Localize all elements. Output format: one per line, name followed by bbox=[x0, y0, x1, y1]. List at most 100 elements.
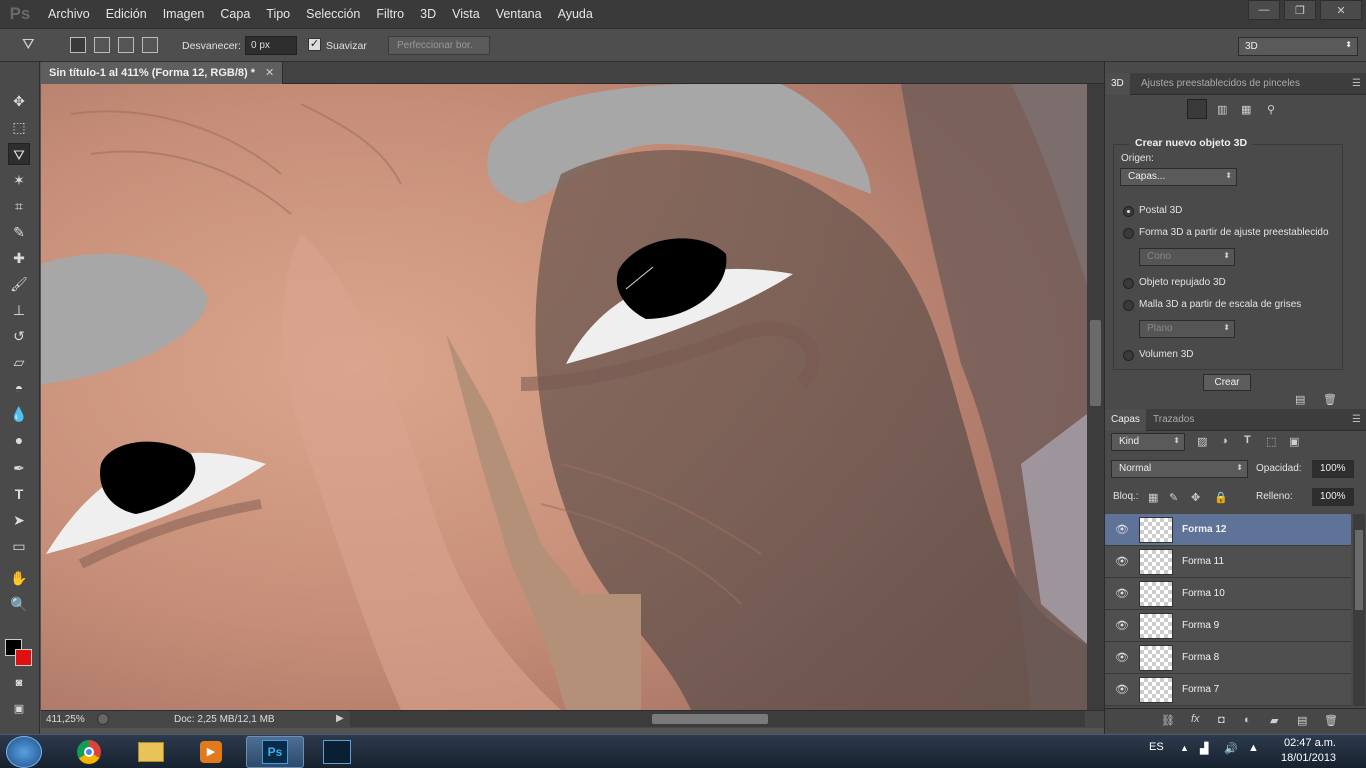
screen-mode-icon[interactable]: ▣ bbox=[8, 698, 30, 720]
filter-adjustment-icon[interactable]: ◑ bbox=[1221, 435, 1228, 447]
start-button[interactable] bbox=[6, 736, 42, 768]
eyedropper-tool-icon[interactable]: ✎ bbox=[8, 221, 30, 243]
menu-capa[interactable]: Capa bbox=[212, 7, 258, 21]
brush-tool-icon[interactable]: 🖌 bbox=[8, 273, 30, 295]
layers-scrollbar-thumb[interactable] bbox=[1355, 530, 1363, 610]
crop-tool-icon[interactable]: ⌗ bbox=[8, 195, 30, 217]
layers-panel-menu-icon[interactable]: ☰ bbox=[1352, 414, 1361, 425]
close-button[interactable]: ✕ bbox=[1320, 0, 1362, 20]
blend-mode-select[interactable]: Normal ⬍ bbox=[1111, 460, 1248, 478]
show-hidden-icons[interactable]: ▲ bbox=[1180, 743, 1189, 753]
media-player-taskbar-icon[interactable]: ▶ bbox=[182, 736, 240, 768]
lasso-tool-icon[interactable]: ⛛ bbox=[8, 143, 30, 165]
menu-ventana[interactable]: Ventana bbox=[488, 7, 550, 21]
pen-tool-icon[interactable]: ✒ bbox=[8, 457, 30, 479]
new-selection-icon[interactable] bbox=[70, 37, 86, 53]
move-tool-icon[interactable]: ✥ bbox=[8, 90, 30, 112]
add-mask-icon[interactable]: ◘ bbox=[1218, 714, 1225, 726]
filter-pixel-icon[interactable]: ▨ bbox=[1197, 435, 1207, 448]
feather-input[interactable]: 0 px bbox=[245, 36, 297, 55]
lock-position-icon[interactable]: ✥ bbox=[1191, 491, 1200, 504]
radio-postal-3d[interactable] bbox=[1123, 206, 1134, 217]
subtract-selection-icon[interactable] bbox=[118, 37, 134, 53]
layer-row[interactable]: 👁 Forma 8 bbox=[1105, 642, 1351, 674]
hand-tool-icon[interactable]: ✋ bbox=[8, 567, 30, 589]
tab-3d[interactable]: 3D bbox=[1105, 73, 1130, 95]
refine-edge-button[interactable]: Perfeccionar bor. bbox=[388, 36, 490, 55]
layer-filter-select[interactable]: Kind ⬍ bbox=[1111, 433, 1185, 451]
history-brush-tool-icon[interactable]: ↺ bbox=[8, 325, 30, 347]
new-3d-object-icon[interactable]: ▤ bbox=[1295, 393, 1305, 406]
clock-time[interactable]: 02:47 a.m. bbox=[1284, 737, 1336, 749]
radio-forma-3d[interactable] bbox=[1123, 228, 1134, 239]
layers-scrollbar[interactable] bbox=[1353, 514, 1365, 706]
explorer-taskbar-icon[interactable] bbox=[122, 736, 180, 768]
blur-tool-icon[interactable]: 💧 bbox=[8, 403, 30, 425]
lock-transparent-icon[interactable]: ▦ bbox=[1148, 491, 1158, 504]
delete-3d-icon[interactable]: 🗑 bbox=[1323, 393, 1337, 406]
polygonal-lasso-preset-icon[interactable]: ⛛ bbox=[22, 36, 35, 53]
3d-mesh-filter-icon[interactable]: ▥ bbox=[1217, 103, 1227, 116]
drive-sync-icon[interactable]: ▲ bbox=[1248, 742, 1259, 754]
visibility-eye-icon[interactable]: 👁 bbox=[1115, 523, 1129, 537]
horizontal-scrollbar-thumb[interactable] bbox=[652, 714, 768, 724]
delete-layer-icon[interactable]: 🗑 bbox=[1324, 714, 1338, 727]
vertical-scrollbar[interactable] bbox=[1087, 84, 1104, 710]
status-options-icon[interactable] bbox=[97, 713, 109, 725]
layer-style-icon[interactable]: fx bbox=[1191, 713, 1200, 725]
restore-button[interactable]: ❐ bbox=[1284, 0, 1316, 20]
menu-3d[interactable]: 3D bbox=[412, 7, 444, 21]
create-3d-button[interactable]: Crear bbox=[1203, 374, 1251, 391]
menu-imagen[interactable]: Imagen bbox=[155, 7, 213, 21]
close-tab-icon[interactable]: ✕ bbox=[265, 67, 274, 79]
clock-date[interactable]: 18/01/2013 bbox=[1281, 752, 1336, 764]
menu-vista[interactable]: Vista bbox=[444, 7, 488, 21]
photoshop-taskbar-icon[interactable]: Ps bbox=[246, 736, 304, 768]
menu-tipo[interactable]: Tipo bbox=[258, 7, 298, 21]
menu-ayuda[interactable]: Ayuda bbox=[550, 7, 601, 21]
volume-icon[interactable]: 🔊 bbox=[1224, 742, 1238, 755]
paint-bucket-tool-icon[interactable]: ◓ bbox=[8, 377, 30, 399]
zoom-level[interactable]: 411,25% bbox=[46, 714, 85, 725]
document-tab[interactable]: Sin título-1 al 411% (Forma 12, RGB/8) *… bbox=[41, 62, 284, 84]
path-selection-tool-icon[interactable]: ➤ bbox=[8, 509, 30, 531]
app-taskbar-icon[interactable] bbox=[308, 736, 366, 768]
adjustment-layer-icon[interactable]: ◐ bbox=[1244, 714, 1251, 726]
workspace-select[interactable]: 3D ⬍ bbox=[1238, 37, 1358, 56]
marquee-tool-icon[interactable]: ⬚ bbox=[8, 116, 30, 138]
layer-row[interactable]: 👁 Forma 7 bbox=[1105, 674, 1351, 706]
3d-material-filter-icon[interactable]: ▦ bbox=[1241, 103, 1251, 116]
antialias-checkbox[interactable]: ✓ bbox=[308, 38, 321, 51]
new-group-icon[interactable]: ▰ bbox=[1270, 714, 1278, 727]
layer-row[interactable]: 👁 Forma 9 bbox=[1105, 610, 1351, 642]
language-indicator[interactable]: ES bbox=[1149, 741, 1164, 753]
fill-input[interactable]: 100% bbox=[1312, 488, 1354, 506]
radio-malla-3d[interactable] bbox=[1123, 300, 1134, 311]
filter-smart-object-icon[interactable]: ▣ bbox=[1289, 435, 1299, 448]
zoom-tool-icon[interactable]: 🔍 bbox=[8, 593, 30, 615]
tab-brush-presets[interactable]: Ajustes preestablecidos de pinceles bbox=[1135, 73, 1306, 95]
origin-select[interactable]: Capas... ⬍ bbox=[1120, 168, 1237, 186]
3d-light-filter-icon[interactable]: ⚲ bbox=[1267, 103, 1275, 116]
filter-type-icon[interactable]: T bbox=[1244, 434, 1251, 446]
healing-brush-tool-icon[interactable]: ✚ bbox=[8, 247, 30, 269]
type-tool-icon[interactable]: T bbox=[8, 483, 30, 505]
clone-stamp-tool-icon[interactable]: ⊥ bbox=[8, 299, 30, 321]
visibility-eye-icon[interactable]: 👁 bbox=[1115, 587, 1129, 601]
vertical-scrollbar-thumb[interactable] bbox=[1090, 320, 1101, 406]
status-arrow-icon[interactable]: ▶ bbox=[336, 713, 344, 724]
visibility-eye-icon[interactable]: 👁 bbox=[1115, 555, 1129, 569]
link-layers-icon[interactable]: ⛓ bbox=[1161, 714, 1175, 727]
grayscale-select[interactable]: Plano ⬍ bbox=[1139, 320, 1235, 338]
intersect-selection-icon[interactable] bbox=[142, 37, 158, 53]
layer-row[interactable]: 👁 Forma 11 bbox=[1105, 546, 1351, 578]
dodge-tool-icon[interactable]: ● bbox=[8, 429, 30, 451]
rectangle-tool-icon[interactable]: ▭ bbox=[8, 535, 30, 557]
visibility-eye-icon[interactable]: 👁 bbox=[1115, 619, 1129, 633]
preset-select[interactable]: Cono ⬍ bbox=[1139, 248, 1235, 266]
3d-scene-filter-icon[interactable] bbox=[1187, 99, 1207, 119]
add-selection-icon[interactable] bbox=[94, 37, 110, 53]
lock-all-icon[interactable]: 🔒 bbox=[1214, 491, 1228, 504]
magic-wand-tool-icon[interactable]: ✶ bbox=[8, 169, 30, 191]
tab-capas[interactable]: Capas bbox=[1105, 409, 1146, 431]
